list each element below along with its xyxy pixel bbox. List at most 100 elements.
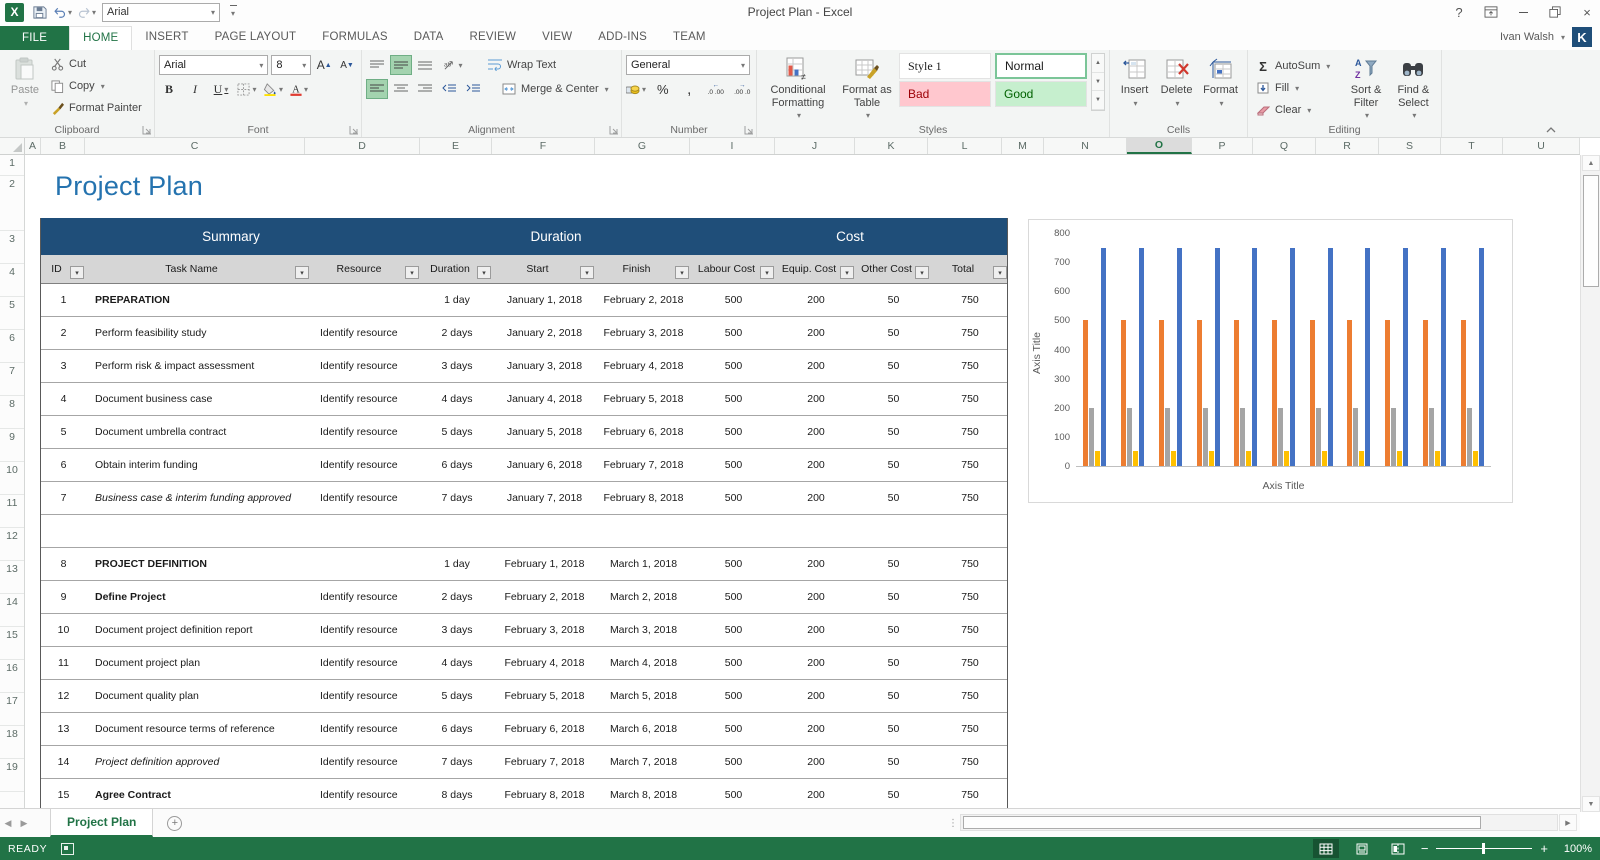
cell-resource[interactable]: Identify resource xyxy=(311,449,421,481)
row-header-1[interactable]: 1 xyxy=(0,155,24,176)
cell-other[interactable]: 50 xyxy=(856,713,931,745)
cell-other[interactable]: 50 xyxy=(856,746,931,778)
cell-duration[interactable]: 7 days xyxy=(421,746,493,778)
cell-other[interactable]: 50 xyxy=(856,614,931,646)
row-header-13[interactable]: 13 xyxy=(0,561,24,594)
align-bottom-icon[interactable] xyxy=(414,55,436,75)
cell-resource[interactable]: Identify resource xyxy=(311,713,421,745)
column-header-K[interactable]: K xyxy=(855,138,928,154)
normal-view-icon[interactable] xyxy=(1313,839,1339,858)
cell-task[interactable]: PREPARATION xyxy=(86,284,311,316)
row-header-2[interactable]: 2 xyxy=(0,176,24,231)
format-painter-button[interactable]: Format Painter xyxy=(46,97,145,119)
ribbon-tab-formulas[interactable]: FORMULAS xyxy=(309,26,401,50)
row-header-12[interactable]: 12 xyxy=(0,528,24,561)
column-header-J[interactable]: J xyxy=(775,138,855,154)
qat-font-selector[interactable]: Arial xyxy=(102,3,220,22)
align-right-icon[interactable] xyxy=(414,79,436,99)
band-duration[interactable]: Duration xyxy=(421,218,691,255)
scroll-down-icon[interactable]: ▼ xyxy=(1582,796,1600,812)
row-header-11[interactable]: 11 xyxy=(0,495,24,528)
align-top-icon[interactable] xyxy=(366,55,388,75)
bold-button[interactable]: B xyxy=(159,79,179,99)
cell-start[interactable]: February 1, 2018 xyxy=(493,548,596,580)
cell-resource[interactable]: Identify resource xyxy=(311,482,421,514)
cell-finish[interactable]: February 2, 2018 xyxy=(596,284,691,316)
cell-other[interactable]: 50 xyxy=(856,317,931,349)
select-all-corner[interactable] xyxy=(0,138,25,154)
cell-total[interactable]: 750 xyxy=(931,680,1009,712)
cell-labour[interactable]: 500 xyxy=(691,746,776,778)
cell-labour[interactable]: 500 xyxy=(691,614,776,646)
cell-task[interactable]: Document umbrella contract xyxy=(86,416,311,448)
cell-duration[interactable]: 5 days xyxy=(421,680,493,712)
cell-task[interactable]: Project definition approved xyxy=(86,746,311,778)
font-color-icon[interactable]: A xyxy=(289,79,309,99)
page-layout-view-icon[interactable] xyxy=(1349,839,1375,858)
merge-center-button[interactable]: Merge & Center xyxy=(498,78,612,100)
page-title[interactable]: Project Plan xyxy=(55,171,203,202)
cell-resource[interactable]: Identify resource xyxy=(311,350,421,382)
cell-equip[interactable]: 200 xyxy=(776,680,856,712)
cell-finish[interactable]: March 7, 2018 xyxy=(596,746,691,778)
row-header-10[interactable]: 10 xyxy=(0,462,24,495)
zoom-in-icon[interactable]: + xyxy=(1540,841,1548,856)
cell-duration[interactable]: 4 days xyxy=(421,383,493,415)
cell-equip[interactable]: 200 xyxy=(776,614,856,646)
cell-finish[interactable]: March 1, 2018 xyxy=(596,548,691,580)
cell-task[interactable]: Perform risk & impact assessment xyxy=(86,350,311,382)
column-header-Q[interactable]: Q xyxy=(1253,138,1316,154)
filter-dropdown-icon[interactable]: ▾ xyxy=(70,266,84,279)
ribbon-tab-review[interactable]: REVIEW xyxy=(457,26,530,50)
gallery-scroll[interactable]: ▲ ▼ ▼ xyxy=(1091,53,1105,111)
cell-finish[interactable]: March 2, 2018 xyxy=(596,581,691,613)
table-header-total[interactable]: Total▾ xyxy=(931,255,1009,283)
cell-total[interactable]: 750 xyxy=(931,284,1009,316)
filter-dropdown-icon[interactable]: ▾ xyxy=(295,266,309,279)
filter-dropdown-icon[interactable]: ▾ xyxy=(675,266,689,279)
column-header-S[interactable]: S xyxy=(1379,138,1441,154)
zoom-slider[interactable] xyxy=(1436,848,1532,849)
filter-dropdown-icon[interactable]: ▾ xyxy=(477,266,491,279)
cell-finish[interactable]: February 7, 2018 xyxy=(596,449,691,481)
format-as-table-button[interactable]: Format as Table xyxy=(835,53,899,123)
cell-task[interactable]: PROJECT DEFINITION xyxy=(86,548,311,580)
cell-equip[interactable]: 200 xyxy=(776,779,856,808)
cell-task[interactable]: Document business case xyxy=(86,383,311,415)
cell-start[interactable]: February 7, 2018 xyxy=(493,746,596,778)
row-header-17[interactable]: 17 xyxy=(0,693,24,726)
borders-icon[interactable] xyxy=(237,79,257,99)
cell-resource[interactable]: Identify resource xyxy=(311,680,421,712)
cell-labour[interactable]: 500 xyxy=(691,680,776,712)
row-header-3[interactable]: 3 xyxy=(0,231,24,264)
cell-equip[interactable]: 200 xyxy=(776,482,856,514)
cell-style-good[interactable]: Good xyxy=(995,81,1087,107)
align-middle-icon[interactable] xyxy=(390,55,412,75)
cell-equip[interactable]: 200 xyxy=(776,647,856,679)
align-left-icon[interactable] xyxy=(366,79,388,99)
comma-style-button[interactable]: , xyxy=(680,79,700,99)
cell-start[interactable]: January 6, 2018 xyxy=(493,449,596,481)
delete-cells-button[interactable]: Delete xyxy=(1155,53,1198,111)
cell-duration[interactable]: 3 days xyxy=(421,350,493,382)
cell-labour[interactable]: 500 xyxy=(691,581,776,613)
vertical-scrollbar[interactable]: ▲ ▼ xyxy=(1580,155,1600,812)
cell-total[interactable]: 750 xyxy=(931,449,1009,481)
column-header-L[interactable]: L xyxy=(928,138,1002,154)
cell-duration[interactable]: 1 day xyxy=(421,548,493,580)
gallery-up-icon[interactable]: ▲ xyxy=(1092,54,1104,73)
insert-cells-button[interactable]: Insert xyxy=(1114,53,1155,111)
cell-id[interactable]: 3 xyxy=(41,350,86,382)
cell-finish[interactable]: February 4, 2018 xyxy=(596,350,691,382)
cell-task[interactable]: Obtain interim funding xyxy=(86,449,311,481)
increase-decimal-icon[interactable]: ←.0 .00 xyxy=(706,79,726,99)
cell-start[interactable]: February 5, 2018 xyxy=(493,680,596,712)
accounting-format-icon[interactable] xyxy=(626,79,646,99)
ribbon-display-options-icon[interactable] xyxy=(1482,3,1500,21)
cell-id[interactable]: 14 xyxy=(41,746,86,778)
column-header-U[interactable]: U xyxy=(1503,138,1580,154)
ribbon-tab-home[interactable]: HOME xyxy=(69,26,132,50)
fill-button[interactable]: Fill xyxy=(1252,77,1342,99)
dialog-launcher-icon[interactable] xyxy=(609,125,619,135)
ribbon-tab-page-layout[interactable]: PAGE LAYOUT xyxy=(202,26,310,50)
